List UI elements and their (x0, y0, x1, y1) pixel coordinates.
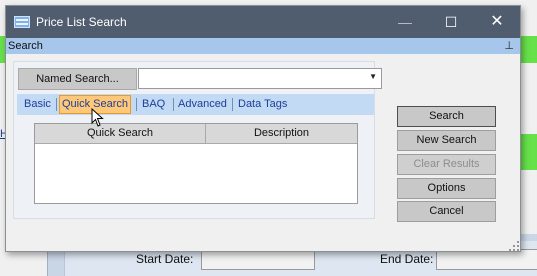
chevron-down-icon[interactable]: ▼ (369, 72, 377, 81)
end-date-label: End Date: (380, 252, 434, 266)
search-panel-header: Search ⊥ (6, 38, 520, 54)
quick-search-grid[interactable]: Quick Search Description (34, 123, 358, 204)
tab-separator (56, 98, 57, 111)
pin-icon[interactable]: ⊥ (504, 39, 514, 52)
tab-separator (136, 98, 137, 111)
new-search-button[interactable]: New Search (397, 130, 496, 151)
named-search-combo[interactable]: ▼ (138, 68, 382, 89)
grid-header: Quick Search Description (35, 124, 357, 144)
minimize-button[interactable]: — (382, 6, 428, 38)
cancel-button[interactable]: Cancel (397, 201, 496, 222)
tab-advanced[interactable]: Advanced (178, 94, 227, 115)
window-app-icon (14, 16, 30, 28)
background-green-bar-right-top (519, 36, 537, 63)
titlebar[interactable]: Price List Search — ☐ ✕ (6, 6, 520, 38)
search-panel-title: Search (8, 40, 43, 52)
clear-results-button[interactable]: Clear Results (397, 154, 496, 175)
grid-column-description[interactable]: Description (206, 124, 357, 143)
mouse-cursor-icon (91, 108, 104, 127)
close-button[interactable]: ✕ (474, 6, 520, 38)
tab-data-tags[interactable]: Data Tags (238, 94, 287, 115)
window-title: Price List Search (36, 15, 127, 29)
start-date-label: Start Date: (136, 252, 194, 266)
start-date-field[interactable] (201, 249, 315, 270)
tab-separator (173, 98, 174, 111)
named-search-button[interactable]: Named Search... (18, 68, 137, 90)
search-button[interactable]: Search (397, 106, 496, 127)
grid-column-quick-search[interactable]: Quick Search (35, 124, 205, 143)
maximize-button[interactable]: ☐ (428, 6, 474, 38)
resize-grip-icon[interactable] (508, 240, 520, 252)
tab-baq[interactable]: BAQ (142, 94, 165, 115)
end-date-field[interactable] (436, 249, 537, 270)
tab-basic[interactable]: Basic (24, 94, 51, 115)
options-button[interactable]: Options (397, 178, 496, 199)
search-tabs: Basic Quick Search BAQ Advanced Data Tag… (17, 94, 374, 115)
background-green-bar-right-mid (519, 134, 537, 170)
tab-separator (232, 98, 233, 111)
